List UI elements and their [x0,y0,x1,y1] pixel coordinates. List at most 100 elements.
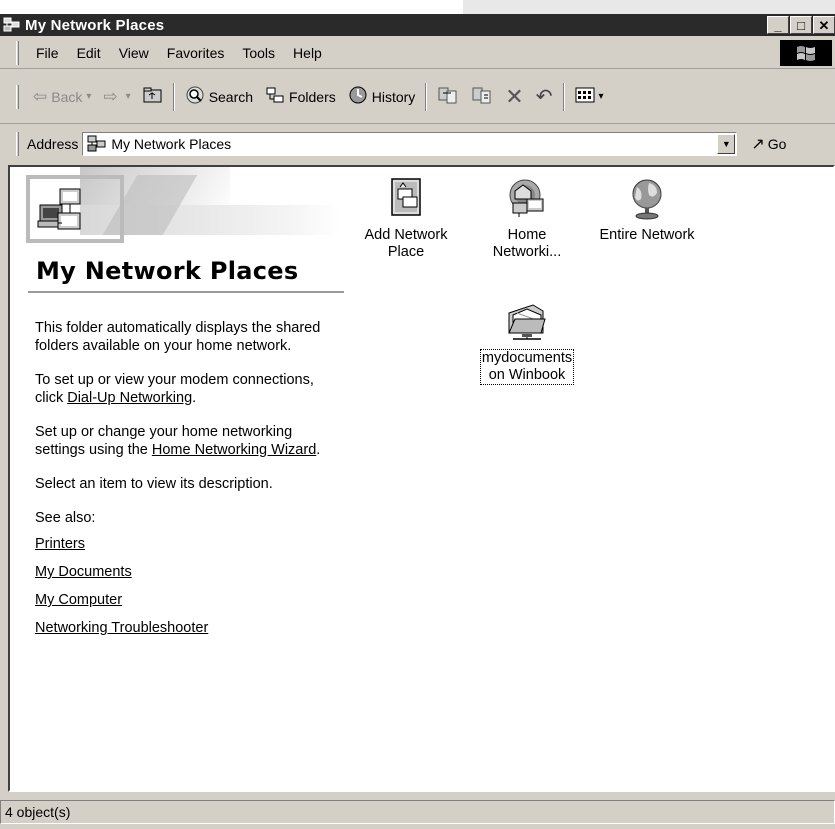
description-1: This folder automatically displays the s… [35,320,321,354]
copy-to-icon [471,85,493,108]
menu-view[interactable]: View [110,45,158,61]
windows-logo [780,40,832,66]
status-bar: 4 object(s) [0,795,835,829]
shared-folder-icon [507,299,547,343]
window-title: My Network Places [25,16,165,34]
address-dropdown-button[interactable]: ▼ [717,134,736,154]
description-4: Select an item to view its description. [35,476,273,492]
search-button[interactable]: Search [179,82,259,112]
menu-file[interactable]: File [27,45,68,61]
toolbar-grip[interactable] [16,84,19,109]
desktop-strip [0,0,463,14]
toolbar-separator [425,82,428,111]
address-grip[interactable] [16,132,19,156]
divider [28,291,344,293]
network-places-icon [3,17,21,33]
caption-buttons: _ □ ✕ [766,16,835,34]
address-label: Address [27,136,79,152]
back-arrow-icon: ⇦ [33,87,48,106]
my-documents-link[interactable]: My Documents [35,563,345,581]
menu-edit[interactable]: Edit [68,45,110,61]
status-panel: 4 object(s) [0,800,835,824]
description-3: Set up or change your home networking se… [35,423,345,459]
entire-network-item[interactable]: Entire Network [587,177,707,244]
toolbar-separator [172,82,175,111]
delete-button[interactable]: ✕ [499,82,529,112]
folder-view[interactable]: My Network Places This folder automatica… [8,165,835,792]
menu-bar: File Edit View Favorites Tools Help [0,37,835,69]
folders-button[interactable]: Folders [259,82,342,112]
views-button[interactable]: ▾ [569,82,610,112]
item-label: Place [387,244,425,260]
shared-folder-item[interactable]: mydocuments on Winbook [467,299,587,385]
menu-favorites[interactable]: Favorites [158,45,234,61]
minimize-button[interactable]: _ [767,16,789,34]
webview-banner: My Network Places [10,167,350,295]
description-2: To set up or view your modem connections… [35,371,345,407]
go-label: Go [767,136,787,152]
description-text: . [316,442,321,458]
item-label: Entire Network [599,227,695,243]
close-button[interactable]: ✕ [813,16,835,34]
item-label: on Winbook [488,367,566,383]
home-networking-item[interactable]: Home Networki... [467,177,587,261]
see-also-heading: See also: [35,510,96,526]
undo-button[interactable]: ↶ [530,82,559,112]
menu-tools[interactable]: Tools [233,45,284,61]
standard-toolbar: ⇦ Back ▾ ⇨ ▾ Search Folders History ✕ ↶ … [0,70,835,124]
move-to-icon [437,85,459,108]
copy-to-button[interactable] [465,82,499,112]
up-folder-icon [143,86,163,107]
address-field[interactable]: My Network Places ▼ [82,132,738,156]
address-bar: Address My Network Places ▼ ↗ Go [0,126,835,162]
chevron-down-icon: ▾ [125,91,131,102]
go-arrow-icon: ↗ [751,136,765,153]
menu-help[interactable]: Help [284,45,331,61]
back-button[interactable]: ⇦ Back ▾ [27,82,97,112]
home-networking-wizard-link[interactable]: Home Networking Wizard [152,442,316,458]
views-icon [575,87,595,106]
item-label: Add Network [364,227,448,243]
forward-button[interactable]: ⇨ ▾ [97,82,136,112]
network-places-icon [87,135,107,153]
explorer-window: My Network Places _ □ ✕ File Edit View F… [0,0,835,829]
my-computer-link[interactable]: My Computer [35,591,345,609]
search-icon [185,85,205,108]
add-network-place-item[interactable]: Add Network Place [346,177,466,261]
networking-troubleshooter-link[interactable]: Networking Troubleshooter [35,619,345,637]
folders-icon [265,86,285,107]
dial-up-networking-link[interactable]: Dial-Up Networking [67,390,192,406]
forward-arrow-icon: ⇨ [103,87,118,106]
go-button[interactable]: ↗ Go [751,134,786,154]
description-text: . [192,390,197,406]
maximize-button[interactable]: □ [790,16,812,34]
desktop-strip-right [463,0,835,14]
printers-link[interactable]: Printers [35,535,345,553]
status-text: 4 object(s) [5,804,71,820]
history-button[interactable]: History [342,82,422,112]
history-icon [348,85,368,108]
toolbar-separator [562,82,565,111]
item-label: Home [507,227,547,243]
chevron-down-icon: ▾ [86,91,92,102]
network-places-large-icon [34,183,90,243]
panel-title: My Network Places [36,257,299,285]
up-folder-button[interactable] [137,82,169,112]
home-networking-icon [507,177,547,221]
delete-icon: ✕ [505,83,524,109]
address-value: My Network Places [111,136,232,152]
history-label: History [371,88,416,105]
title-bar[interactable]: My Network Places _ □ ✕ [0,14,835,36]
menu-grip[interactable] [16,40,19,65]
info-pane: This folder automatically displays the s… [35,319,345,647]
globe-icon [627,177,667,221]
back-label: Back [51,88,83,105]
item-label: mydocuments [481,350,573,366]
folders-label: Folders [289,88,336,105]
add-network-place-icon [386,177,426,221]
chevron-down-icon: ▾ [598,91,604,102]
search-label: Search [208,88,254,105]
move-to-button[interactable] [431,82,465,112]
undo-icon: ↶ [535,86,553,108]
item-label: Networki... [492,244,562,260]
